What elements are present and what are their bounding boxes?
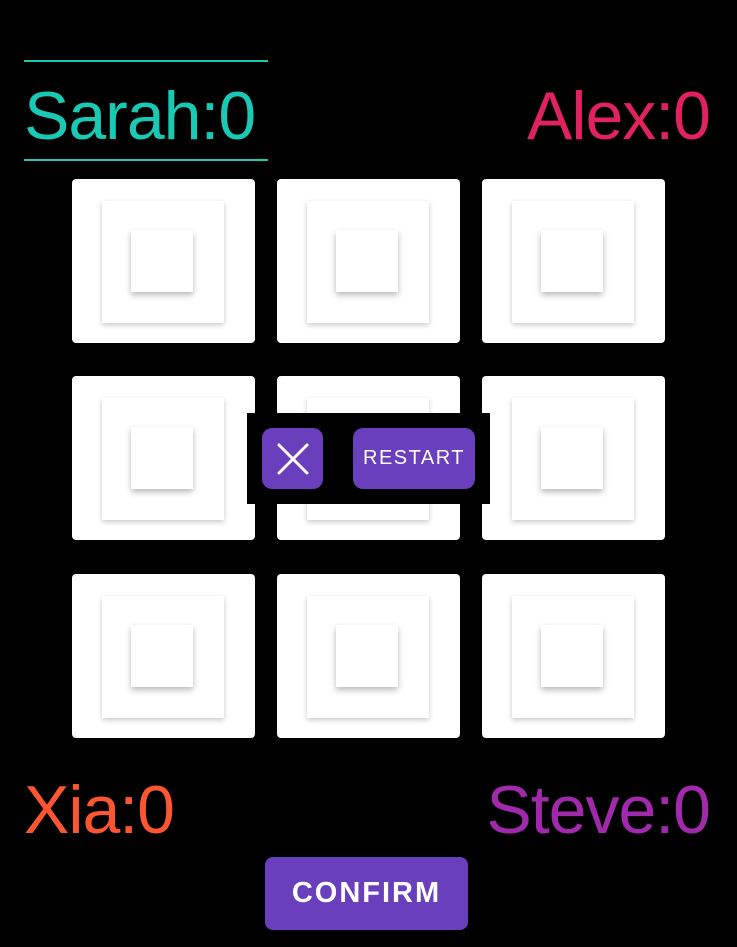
board-cell-0[interactable]: [72, 179, 255, 343]
board-cell-8[interactable]: [482, 574, 665, 738]
cell-outer-square: [307, 201, 429, 323]
cell-outer-square: [102, 201, 224, 323]
cell-inner-square: [131, 230, 193, 292]
confirm-button[interactable]: CONFIRM: [265, 857, 468, 930]
board-cell-7[interactable]: [277, 574, 460, 738]
cell-inner-square: [336, 625, 398, 687]
board-cell-5[interactable]: [482, 376, 665, 540]
cell-inner-square: [541, 427, 603, 489]
board-cell-6[interactable]: [72, 574, 255, 738]
player-score-steve: Steve:0: [486, 772, 711, 848]
cell-inner-square: [131, 427, 193, 489]
board-cell-2[interactable]: [482, 179, 665, 343]
close-icon: [277, 443, 308, 474]
close-button[interactable]: [262, 428, 323, 489]
board-cell-3[interactable]: [72, 376, 255, 540]
cell-outer-square: [102, 596, 224, 718]
restart-button[interactable]: RESTART: [353, 428, 475, 489]
cell-outer-square: [512, 201, 634, 323]
cell-outer-square: [512, 398, 634, 520]
cell-outer-square: [512, 596, 634, 718]
player-score-xia: Xia:0: [24, 772, 175, 848]
cell-inner-square: [131, 625, 193, 687]
cell-inner-square: [541, 230, 603, 292]
cell-inner-square: [541, 625, 603, 687]
cell-inner-square: [336, 230, 398, 292]
cell-outer-square: [102, 398, 224, 520]
cell-outer-square: [307, 596, 429, 718]
game-menu-popup: RESTART: [247, 413, 490, 504]
board-cell-1[interactable]: [277, 179, 460, 343]
